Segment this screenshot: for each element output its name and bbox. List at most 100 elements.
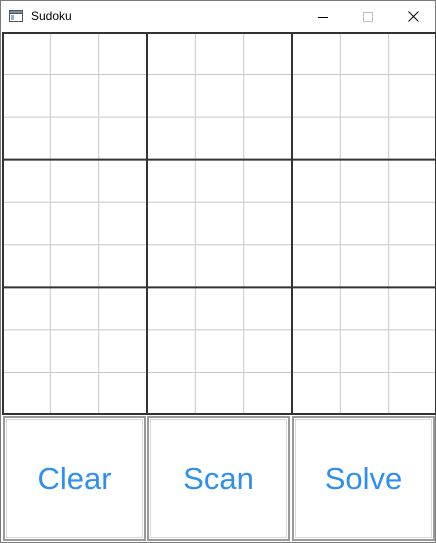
sudoku-cell[interactable] (292, 372, 341, 415)
sudoku-cell[interactable] (388, 372, 436, 415)
sudoku-cell[interactable] (388, 159, 436, 203)
sudoku-cell[interactable] (195, 159, 244, 203)
sudoku-cell[interactable] (388, 117, 436, 160)
scan-button-label: Scan (183, 460, 254, 496)
sudoku-cell[interactable] (340, 287, 389, 330)
sudoku-cell[interactable] (195, 32, 244, 75)
action-bar: Clear Scan Solve (2, 415, 436, 543)
sudoku-cell[interactable] (147, 287, 196, 330)
sudoku-cell[interactable] (292, 329, 341, 373)
sudoku-board (2, 32, 436, 415)
sudoku-cell[interactable] (147, 202, 196, 245)
sudoku-cell[interactable] (195, 74, 244, 118)
sudoku-cell[interactable] (50, 32, 99, 75)
sudoku-cell[interactable] (147, 244, 196, 288)
solve-button[interactable]: Solve (292, 416, 435, 541)
sudoku-cell[interactable] (2, 159, 51, 203)
sudoku-cell[interactable] (98, 74, 147, 118)
sudoku-cell[interactable] (98, 244, 147, 288)
sudoku-cell[interactable] (195, 287, 244, 330)
sudoku-cell[interactable] (147, 372, 196, 415)
sudoku-cell[interactable] (388, 287, 436, 330)
sudoku-cell[interactable] (50, 74, 99, 118)
clear-button[interactable]: Clear (3, 416, 146, 541)
sudoku-cell[interactable] (243, 74, 292, 118)
sudoku-cell[interactable] (98, 202, 147, 245)
sudoku-cell[interactable] (195, 329, 244, 373)
sudoku-cell[interactable] (243, 372, 292, 415)
sudoku-cell[interactable] (243, 329, 292, 373)
sudoku-cell[interactable] (98, 32, 147, 75)
sudoku-cell[interactable] (292, 159, 341, 203)
sudoku-cell[interactable] (2, 117, 51, 160)
sudoku-cell[interactable] (2, 74, 51, 118)
sudoku-cell[interactable] (98, 159, 147, 203)
sudoku-cell[interactable] (340, 244, 389, 288)
sudoku-cell[interactable] (243, 287, 292, 330)
sudoku-cell[interactable] (98, 117, 147, 160)
sudoku-cell[interactable] (147, 117, 196, 160)
sudoku-window: Sudoku Clear Scan Solve (0, 0, 436, 543)
sudoku-cell[interactable] (340, 74, 389, 118)
close-button[interactable] (390, 1, 436, 32)
sudoku-cell[interactable] (340, 372, 389, 415)
sudoku-cell[interactable] (388, 244, 436, 288)
sudoku-cell[interactable] (292, 202, 341, 245)
sudoku-cell[interactable] (195, 244, 244, 288)
solve-button-label: Solve (324, 460, 403, 496)
sudoku-cell[interactable] (243, 32, 292, 75)
sudoku-grid (2, 32, 436, 415)
sudoku-cell[interactable] (340, 329, 389, 373)
sudoku-cell[interactable] (2, 32, 51, 75)
scan-button[interactable]: Scan (147, 416, 290, 541)
sudoku-cell[interactable] (388, 74, 436, 118)
minimize-button[interactable] (300, 1, 346, 32)
sudoku-cell[interactable] (50, 117, 99, 160)
sudoku-cell[interactable] (147, 329, 196, 373)
clear-button-label: Clear (37, 460, 112, 496)
sudoku-cell[interactable] (292, 287, 341, 330)
sudoku-cell[interactable] (2, 329, 51, 373)
sudoku-cell[interactable] (195, 117, 244, 160)
sudoku-cell[interactable] (98, 329, 147, 373)
sudoku-cell[interactable] (195, 372, 244, 415)
sudoku-cell[interactable] (388, 32, 436, 75)
sudoku-cell[interactable] (2, 372, 51, 415)
sudoku-cell[interactable] (50, 202, 99, 245)
sudoku-cell[interactable] (243, 244, 292, 288)
sudoku-cell[interactable] (195, 202, 244, 245)
sudoku-cell[interactable] (98, 287, 147, 330)
app-icon (9, 10, 23, 22)
sudoku-cell[interactable] (50, 329, 99, 373)
sudoku-cell[interactable] (243, 159, 292, 203)
sudoku-cell[interactable] (292, 244, 341, 288)
maximize-icon (363, 11, 373, 22)
sudoku-cell[interactable] (2, 287, 51, 330)
sudoku-cell[interactable] (50, 287, 99, 330)
sudoku-cell[interactable] (50, 244, 99, 288)
window-title: Sudoku (31, 9, 72, 23)
sudoku-cell[interactable] (243, 202, 292, 245)
sudoku-cell[interactable] (340, 117, 389, 160)
sudoku-cell[interactable] (388, 202, 436, 245)
sudoku-cell[interactable] (340, 159, 389, 203)
sudoku-cell[interactable] (2, 202, 51, 245)
sudoku-cell[interactable] (243, 117, 292, 160)
sudoku-cell[interactable] (340, 202, 389, 245)
sudoku-cell[interactable] (50, 372, 99, 415)
sudoku-cell[interactable] (292, 74, 341, 118)
maximize-button[interactable] (345, 1, 391, 32)
sudoku-cell[interactable] (147, 74, 196, 118)
close-icon (407, 11, 419, 22)
sudoku-cell[interactable] (147, 32, 196, 75)
title-bar[interactable]: Sudoku (1, 1, 435, 32)
minimize-icon (318, 16, 328, 18)
sudoku-cell[interactable] (98, 372, 147, 415)
sudoku-cell[interactable] (292, 117, 341, 160)
sudoku-cell[interactable] (292, 32, 341, 75)
sudoku-cell[interactable] (50, 159, 99, 203)
sudoku-cell[interactable] (2, 244, 51, 288)
sudoku-cell[interactable] (147, 159, 196, 203)
sudoku-cell[interactable] (340, 32, 389, 75)
sudoku-cell[interactable] (388, 329, 436, 373)
